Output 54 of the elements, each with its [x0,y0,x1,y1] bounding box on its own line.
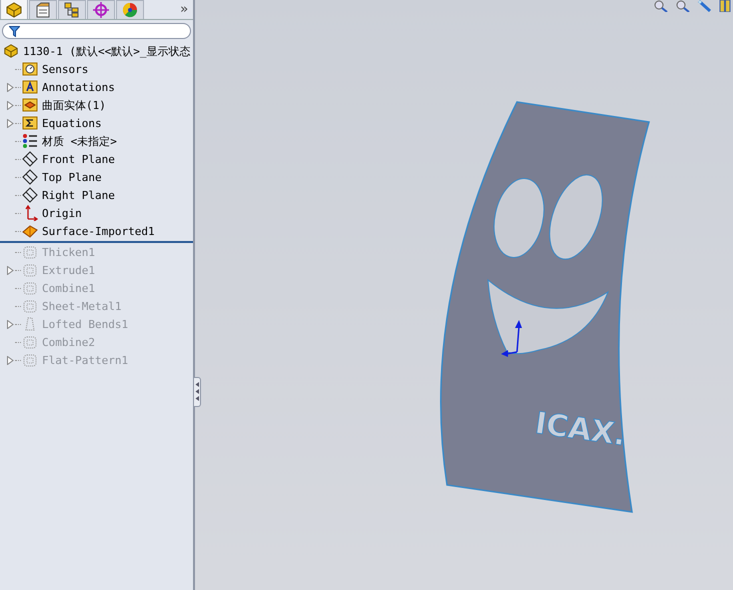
tree-item[interactable]: Surface-Imported1 [42,224,155,238]
panel-tab[interactable] [116,0,144,19]
plane-icon [22,187,38,203]
part-icon [3,43,19,59]
feature-icon [22,244,38,260]
tree-item[interactable]: Top Plane [42,170,102,184]
tree-item[interactable]: Equations [42,116,102,130]
tree-item[interactable]: 曲面实体(1) [42,98,106,112]
expand-icon[interactable] [7,82,14,92]
expand-icon[interactable] [7,118,14,128]
expand-icon[interactable] [7,100,14,110]
funnel-icon [9,26,20,36]
feature-icon [22,298,38,314]
letter-icon [22,79,38,95]
filter-field[interactable] [2,23,191,39]
triangles-icon [194,381,200,403]
sigma-icon [22,115,38,131]
more-tabs-button[interactable]: » [180,1,188,19]
material-icon [22,133,38,149]
panel-collapse-handle[interactable] [194,377,201,407]
tree-item[interactable]: 材质 <未指定> [42,134,117,148]
wand-icon[interactable] [697,0,713,12]
gauge-icon [22,61,38,77]
feature-icon [22,352,38,368]
color-wheel-icon [121,1,139,19]
sheet-icon [34,1,52,19]
plane-icon [22,151,38,167]
panel-tab[interactable] [87,0,115,19]
feature-icon [22,280,38,296]
zoom-area-icon[interactable] [675,0,691,12]
tree-item[interactable]: Sensors [42,62,88,76]
tree-item[interactable]: Front Plane [42,152,115,166]
axis-triad-icon [501,320,522,357]
feature-icon [22,334,38,350]
engraved-text: ICAX. [532,406,628,454]
expand-icon[interactable] [7,266,14,274]
crosshair-icon [92,1,110,19]
panel-tab[interactable] [29,0,57,19]
tree-item[interactable]: Origin [42,206,82,220]
tree-icon [63,1,81,19]
surface-icon [22,223,38,239]
part-name[interactable]: 1130-1 (默认<<默认>_显示状态 [23,44,190,58]
panel-tab[interactable] [58,0,86,19]
feature-icon [22,262,38,278]
plane-icon [22,169,38,185]
section-view-icon[interactable] [719,0,731,12]
folder-icon [22,97,38,113]
block-icon [5,0,23,18]
expand-icon[interactable] [7,320,14,328]
tree-item[interactable]: Annotations [42,80,115,94]
panel-tab[interactable] [0,0,28,19]
expand-icon[interactable] [7,356,14,364]
tree-item[interactable]: Right Plane [42,188,115,202]
zoom-fit-icon[interactable] [653,0,669,12]
